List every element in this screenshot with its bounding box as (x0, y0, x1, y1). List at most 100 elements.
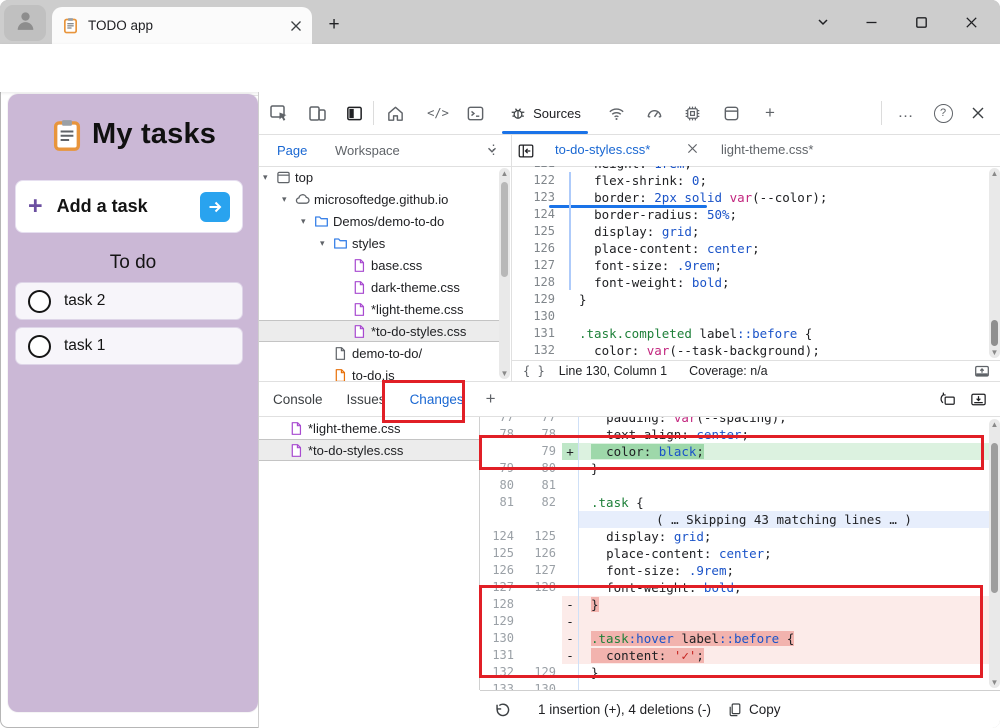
network-tab-icon[interactable] (603, 101, 629, 125)
task-item[interactable]: task 1 (15, 327, 243, 365)
commit-icon[interactable] (973, 362, 991, 380)
code-line: 123 border: 2px solid var(--color); (511, 189, 989, 206)
code-text: font-weight: bold; (565, 274, 730, 291)
close-editor-tab-icon[interactable] (687, 143, 698, 154)
add-drawer-tab-icon[interactable]: + (486, 389, 496, 409)
dock-drawer-icon[interactable] (963, 390, 993, 409)
tab-list-chevron-icon[interactable] (808, 8, 838, 36)
editor-tab-to-do-styles[interactable]: to-do-styles.css* (555, 142, 650, 157)
changes-file-item[interactable]: *to-do-styles.css (259, 439, 479, 461)
performance-tab-icon[interactable] (641, 101, 667, 125)
code-text: display: grid; (565, 223, 699, 240)
tab-title: TODO app (88, 18, 290, 33)
expand-arrow-icon[interactable]: ▾ (282, 194, 295, 205)
inspect-element-icon[interactable] (266, 101, 292, 125)
application-tab-icon[interactable] (718, 101, 744, 125)
changes-file-item[interactable]: *light-theme.css (259, 417, 479, 439)
diff-marker (562, 426, 578, 443)
diff-summary-bar: 1 insertion (+), 4 deletions (-) Copy (480, 690, 1000, 728)
diff-code: font-weight: bold; (578, 579, 989, 596)
code-editor[interactable]: 121 height: 1rem;122 flex-shrink: 0;123 … (511, 166, 989, 360)
line-number: 126 (511, 240, 565, 257)
tab-changes[interactable]: Changes (410, 392, 464, 407)
collapse-navigator-icon[interactable] (517, 142, 535, 160)
tree-item[interactable]: *light-theme.css (259, 298, 499, 320)
line-number: 123 (511, 189, 565, 206)
close-devtools-icon[interactable] (965, 101, 991, 125)
copy-button[interactable]: Copy (749, 702, 781, 717)
add-task-button[interactable]: + Add a task (15, 180, 243, 233)
diff-view[interactable]: 7777 padding: var(--spacing);7878 text-a… (480, 417, 989, 690)
tab-workspace[interactable]: Workspace (329, 138, 504, 162)
tab-close-icon[interactable] (290, 20, 302, 32)
tab-issues[interactable]: Issues (347, 392, 386, 407)
tree-item[interactable]: to-do.js (259, 364, 499, 381)
dock-side-icon[interactable] (341, 101, 367, 125)
task-item[interactable]: task 2 (15, 282, 243, 320)
navigator-more-icon[interactable]: ⋮ (487, 142, 500, 158)
welcome-home-icon[interactable] (382, 101, 408, 125)
tree-item[interactable]: ▾top (259, 166, 499, 188)
minimize-button[interactable] (856, 8, 886, 36)
task-checkbox[interactable] (28, 335, 51, 358)
tree-item[interactable]: demo-to-do/ (259, 342, 499, 364)
expand-arrow-icon[interactable]: ▾ (320, 238, 333, 249)
tree-item[interactable]: base.css (259, 254, 499, 276)
diff-line-number-before: 128 (480, 596, 520, 613)
tree-item[interactable]: dark-theme.css (259, 276, 499, 298)
tree-scrollbar[interactable]: ▲ ▼ (499, 168, 510, 379)
profile-avatar[interactable] (4, 5, 46, 41)
new-tab-button[interactable]: + (320, 11, 348, 39)
todo-list-title: To do (8, 252, 258, 274)
toolbar-divider (373, 101, 374, 125)
memory-tab-icon[interactable] (679, 101, 705, 125)
tab-page[interactable]: Page (267, 138, 317, 162)
devtools-menu-icon[interactable]: … (893, 101, 919, 125)
editor-tab-light-theme[interactable]: light-theme.css* (721, 142, 813, 157)
copy-icon[interactable] (727, 702, 743, 718)
code-line: 132 color: var(--task-background); (511, 342, 989, 359)
sources-subheader: Page Workspace ⋮ to-do-styles.css* light… (259, 134, 1000, 167)
help-icon[interactable]: ? (930, 101, 956, 125)
revert-all-changes-icon[interactable] (933, 390, 963, 409)
task-checkbox[interactable] (28, 290, 51, 313)
submit-task-button[interactable] (200, 192, 230, 222)
diff-scrollbar[interactable]: ▲ ▼ (989, 419, 1000, 688)
tree-item-label: *light-theme.css (371, 302, 463, 317)
tree-item[interactable]: ▾styles (259, 232, 499, 254)
close-window-button[interactable] (956, 8, 986, 36)
diff-line-number-before: 125 (480, 545, 520, 562)
diff-marker (562, 664, 578, 681)
diff-line-number-after: 78 (520, 426, 562, 443)
diff-code: } (578, 664, 989, 681)
code-text: flex-shrink: 0; (565, 172, 707, 189)
browser-tab[interactable]: TODO app (52, 7, 312, 44)
tree-item-label: *to-do-styles.css (371, 324, 466, 339)
tree-item[interactable]: ▾Demos/demo-to-do (259, 210, 499, 232)
diff-line-number-before (480, 511, 520, 528)
device-emulation-icon[interactable] (304, 101, 330, 125)
app-title: My tasks (92, 118, 216, 151)
editor-scrollbar[interactable]: ▲ ▼ (989, 168, 1000, 358)
code-text: place-content: center; (565, 240, 760, 257)
tab-console[interactable]: Console (273, 392, 323, 407)
expand-arrow-icon[interactable]: ▾ (263, 172, 276, 183)
tree-item[interactable]: *to-do-styles.css (259, 320, 499, 342)
diff-row-skip: ( … Skipping 43 matching lines … ) (480, 511, 989, 528)
expand-arrow-icon[interactable]: ▾ (301, 216, 314, 227)
more-tools-plus-icon[interactable]: + (757, 101, 783, 125)
line-number: 122 (511, 172, 565, 189)
tree-item[interactable]: ▾microsoftedge.github.io (259, 188, 499, 210)
tab-sources[interactable]: Sources (502, 92, 588, 134)
diff-marker (562, 477, 578, 494)
console-tab-icon[interactable] (462, 101, 488, 125)
revert-icon[interactable] (480, 701, 524, 719)
format-code-icon[interactable]: { } (523, 364, 545, 378)
elements-tab-icon[interactable]: </> (425, 101, 451, 125)
diff-line-number-before: 130 (480, 630, 520, 647)
js-icon (333, 368, 352, 382)
code-line: 122 flex-shrink: 0; (511, 172, 989, 189)
devtools-panel: </> Sources + … ? Page Workspace ⋮ (258, 92, 1000, 728)
css-icon (352, 324, 371, 339)
maximize-button[interactable] (906, 8, 936, 36)
